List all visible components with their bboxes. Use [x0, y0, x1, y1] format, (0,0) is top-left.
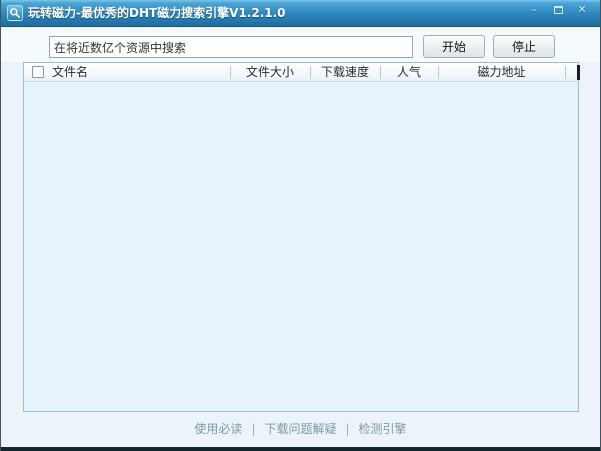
magnifier-icon [7, 5, 23, 21]
stop-button[interactable]: 停止 [493, 35, 555, 58]
table-body-empty [24, 82, 578, 411]
column-header-filename[interactable]: 文件名 [52, 63, 88, 82]
search-toolbar: 开始 停止 [1, 28, 600, 62]
search-input[interactable] [49, 36, 413, 58]
footer-separator: | [251, 422, 255, 436]
link-usage-guide[interactable]: 使用必读 [194, 422, 242, 436]
column-header-filesize[interactable]: 文件大小 [230, 63, 310, 82]
footer-links: 使用必读 | 下载问题解疑 | 检测引擎 [1, 420, 600, 438]
column-header-speed[interactable]: 下载速度 [310, 63, 380, 82]
start-button[interactable]: 开始 [423, 35, 485, 58]
column-divider[interactable] [565, 66, 566, 79]
maximize-icon[interactable] [546, 0, 570, 19]
close-icon[interactable]: ✕ [570, 0, 594, 19]
minimize-icon[interactable]: – [522, 0, 546, 19]
header-edge-caret [577, 65, 580, 80]
link-download-faq[interactable]: 下载问题解疑 [264, 422, 336, 436]
app-window: 玩转磁力-最优秀的DHT磁力搜索引擎V1.2.1.0 – ✕ 开始 停止 文件名… [0, 0, 601, 451]
table-header: 文件名 文件大小 下载速度 人气 磁力地址 [24, 63, 578, 82]
column-header-popularity[interactable]: 人气 [380, 63, 438, 82]
link-check-engine[interactable]: 检测引擎 [359, 422, 407, 436]
footer-separator: | [346, 422, 350, 436]
results-table: 文件名 文件大小 下载速度 人气 磁力地址 [23, 62, 579, 412]
window-title: 玩转磁力-最优秀的DHT磁力搜索引擎V1.2.1.0 [28, 0, 286, 27]
titlebar: 玩转磁力-最优秀的DHT磁力搜索引擎V1.2.1.0 – ✕ [1, 0, 600, 27]
window-controls: – ✕ [522, 0, 594, 20]
column-header-magnet[interactable]: 磁力地址 [438, 63, 565, 82]
select-all-checkbox[interactable] [32, 66, 44, 78]
window-bottom-border [1, 447, 600, 451]
